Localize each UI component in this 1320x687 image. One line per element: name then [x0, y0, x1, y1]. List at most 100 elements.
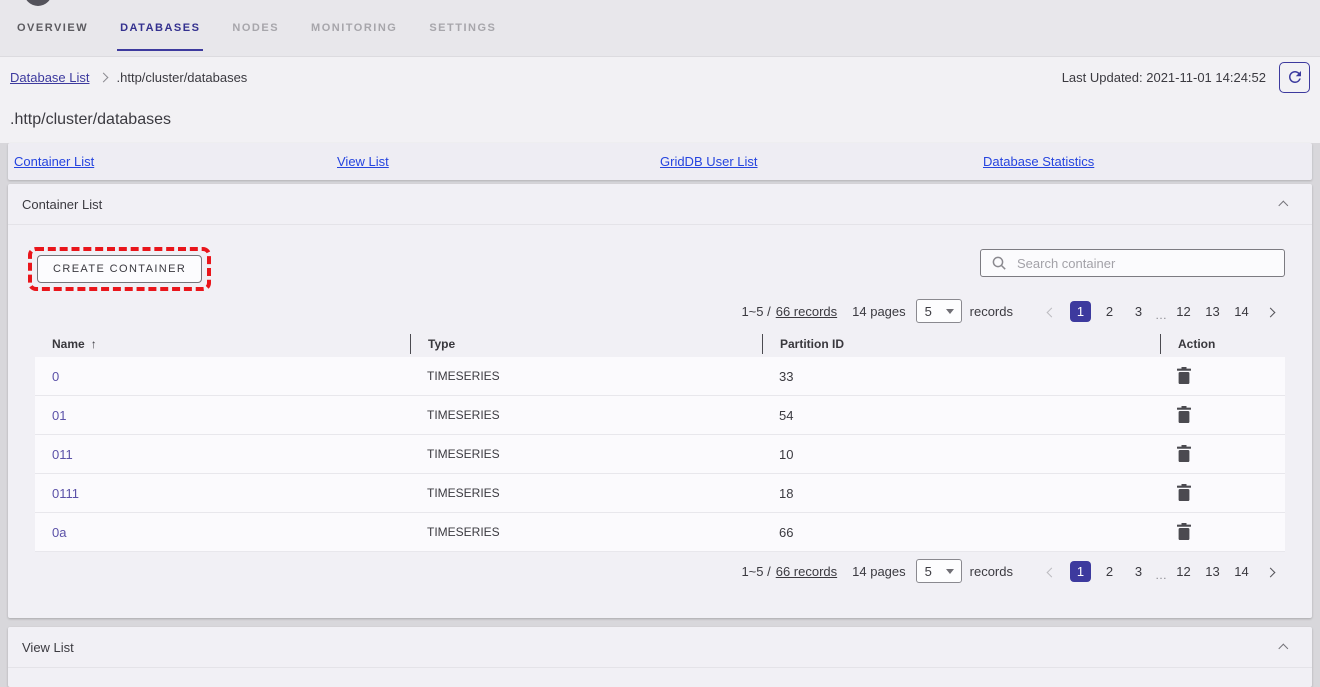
page-ellipsis: …	[1155, 568, 1167, 582]
breadcrumb: Database List .http/cluster/databases La…	[0, 57, 1320, 97]
delete-container-button[interactable]	[1177, 445, 1191, 463]
link-database-statistics[interactable]: Database Statistics	[983, 154, 1094, 169]
container-type: TIMESERIES	[410, 369, 762, 383]
table-row: 0111 TIMESERIES 18	[35, 474, 1285, 513]
container-type: TIMESERIES	[410, 447, 762, 461]
view-list-panel: View List	[8, 627, 1312, 687]
container-type: TIMESERIES	[410, 525, 762, 539]
container-list-title: Container List	[22, 197, 102, 212]
pagination-bottom: 1~5 / 66 records 14 pages 5 records 1 2 …	[741, 559, 1285, 583]
partition-id: 66	[762, 525, 1160, 540]
refresh-icon	[1286, 68, 1304, 86]
page-size-select[interactable]: 5	[916, 299, 962, 323]
column-name-label: Name	[52, 337, 85, 351]
breadcrumb-current: .http/cluster/databases	[117, 70, 248, 85]
container-list-panel: Container List CREATE CONTAINER 1~5 / 66…	[8, 184, 1312, 618]
container-list-toolbar: CREATE CONTAINER 1~5 / 66 records 14 pag…	[8, 225, 1312, 331]
chevron-right-icon[interactable]	[1263, 300, 1278, 323]
page-number-14[interactable]: 14	[1231, 561, 1252, 582]
records-label: records	[970, 564, 1013, 579]
top-tab-bar: OVERVIEW DATABASES NODES MONITORING SETT…	[0, 0, 1320, 57]
partition-id: 54	[762, 408, 1160, 423]
trash-icon	[1177, 484, 1191, 502]
page-number-12[interactable]: 12	[1173, 301, 1194, 322]
pages-count: 14 pages	[852, 304, 906, 319]
delete-container-button[interactable]	[1177, 523, 1191, 541]
tab-overview[interactable]: OVERVIEW	[14, 0, 91, 56]
page-size-value: 5	[925, 564, 932, 579]
partition-id: 33	[762, 369, 1160, 384]
page-number-1[interactable]: 1	[1070, 301, 1091, 322]
search-icon	[991, 255, 1007, 271]
view-list-header: View List	[8, 627, 1312, 668]
records-count-link[interactable]: 66 records	[776, 564, 837, 579]
page-size-select[interactable]: 5	[916, 559, 962, 583]
chevron-right-icon	[100, 68, 107, 86]
container-link[interactable]: 011	[52, 447, 73, 462]
trash-icon	[1177, 523, 1191, 541]
last-updated-text: Last Updated: 2021-11-01 14:24:52	[1062, 70, 1266, 85]
page-number-13[interactable]: 13	[1202, 561, 1223, 582]
page-title: .http/cluster/databases	[0, 97, 1320, 129]
trash-icon	[1177, 367, 1191, 385]
tab-nodes[interactable]: NODES	[229, 0, 282, 56]
page-number-3[interactable]: 3	[1128, 561, 1149, 582]
pagination-top: 1~5 / 66 records 14 pages 5 records 1 2 …	[741, 299, 1285, 323]
tab-databases[interactable]: DATABASES	[117, 0, 203, 56]
records-count-link[interactable]: 66 records	[776, 304, 837, 319]
chevron-up-icon[interactable]	[1273, 636, 1288, 659]
create-container-button[interactable]: CREATE CONTAINER	[37, 255, 202, 283]
record-range: 1~5 /	[741, 564, 770, 579]
table-row: 01 TIMESERIES 54	[35, 396, 1285, 435]
column-header-type: Type	[410, 334, 762, 354]
container-link[interactable]: 01	[52, 408, 66, 423]
tab-monitoring[interactable]: MONITORING	[308, 0, 400, 56]
page-ellipsis: …	[1155, 308, 1167, 322]
table-row: 0 TIMESERIES 33	[35, 357, 1285, 396]
chevron-left-icon[interactable]	[1044, 300, 1059, 323]
link-view-list[interactable]: View List	[337, 154, 389, 169]
table-header-row: Name↑ Type Partition ID Action	[35, 331, 1285, 357]
record-range: 1~5 /	[741, 304, 770, 319]
refresh-button[interactable]	[1279, 62, 1310, 93]
page-number-13[interactable]: 13	[1202, 301, 1223, 322]
page-number-3[interactable]: 3	[1128, 301, 1149, 322]
sort-asc-icon: ↑	[91, 337, 97, 351]
chevron-left-icon[interactable]	[1044, 560, 1059, 583]
trash-icon	[1177, 445, 1191, 463]
page-number-12[interactable]: 12	[1173, 561, 1194, 582]
main-tabs: OVERVIEW DATABASES NODES MONITORING SETT…	[14, 0, 499, 56]
table-row: 0a TIMESERIES 66	[35, 513, 1285, 552]
subheader: Database List .http/cluster/databases La…	[0, 57, 1320, 143]
page-number-1[interactable]: 1	[1070, 561, 1091, 582]
breadcrumb-link-database-list[interactable]: Database List	[10, 70, 90, 85]
caret-down-icon	[946, 569, 954, 574]
page-number-2[interactable]: 2	[1099, 561, 1120, 582]
page-number-2[interactable]: 2	[1099, 301, 1120, 322]
page-size-value: 5	[925, 304, 932, 319]
container-link[interactable]: 0	[52, 369, 59, 384]
partition-id: 10	[762, 447, 1160, 462]
partition-id: 18	[762, 486, 1160, 501]
container-list-header: Container List	[8, 184, 1312, 225]
container-type: TIMESERIES	[410, 408, 762, 422]
container-type: TIMESERIES	[410, 486, 762, 500]
table-row: 011 TIMESERIES 10	[35, 435, 1285, 474]
records-label: records	[970, 304, 1013, 319]
chevron-right-icon[interactable]	[1263, 560, 1278, 583]
search-container-input[interactable]	[1015, 255, 1274, 272]
delete-container-button[interactable]	[1177, 484, 1191, 502]
link-container-list[interactable]: Container List	[14, 154, 94, 169]
container-link[interactable]: 0a	[52, 525, 66, 540]
caret-down-icon	[946, 309, 954, 314]
pages-count: 14 pages	[852, 564, 906, 579]
delete-container-button[interactable]	[1177, 406, 1191, 424]
container-link[interactable]: 0111	[52, 486, 79, 501]
tab-settings[interactable]: SETTINGS	[426, 0, 499, 56]
container-table: Name↑ Type Partition ID Action 0 TIMESER…	[35, 331, 1285, 552]
chevron-up-icon[interactable]	[1273, 193, 1288, 216]
column-header-name[interactable]: Name ↑	[35, 334, 410, 354]
page-number-14[interactable]: 14	[1231, 301, 1252, 322]
delete-container-button[interactable]	[1177, 367, 1191, 385]
link-griddb-user-list[interactable]: GridDB User List	[660, 154, 758, 169]
